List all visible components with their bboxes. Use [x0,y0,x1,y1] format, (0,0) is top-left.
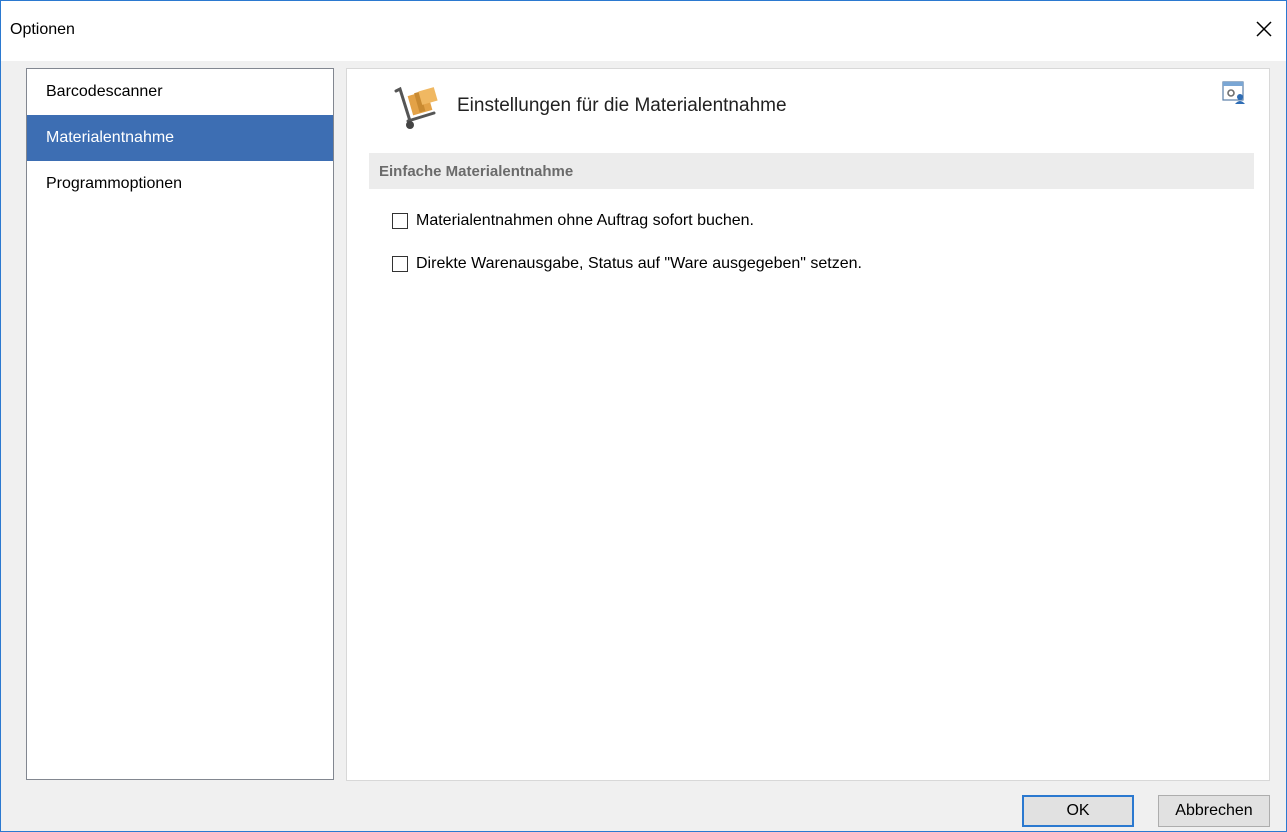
checkbox-label: Materialentnahmen ohne Auftrag sofort bu… [416,212,754,229]
options-category-list: Barcodescanner Materialentnahme Programm… [26,68,334,780]
checkbox-label: Direkte Warenausgabe, Status auf "Ware a… [416,255,862,272]
settings-panel: Einstellungen für die Materialentnahme E… [346,68,1270,781]
sidebar-item-label: Materialentnahme [46,129,175,146]
section-header: Einfache Materialentnahme [369,153,1254,189]
window-title: Optionen [10,21,75,38]
close-icon [1256,21,1272,37]
title-bar: Optionen [1,1,1286,61]
sidebar-item-label: Programmoptionen [46,175,183,192]
checkbox[interactable] [392,256,408,272]
hand-truck-box-icon [394,86,438,129]
section-title: Einfache Materialentnahme [379,163,574,180]
page-title: Einstellungen für die Materialentnahme [457,95,787,116]
close-button[interactable] [1252,17,1276,41]
checkbox[interactable] [392,213,408,229]
window-settings-icon[interactable] [1221,79,1247,105]
sidebar-item-programmoptionen[interactable]: Programmoptionen [27,161,333,207]
sidebar-item-materialentnahme[interactable]: Materialentnahme [27,115,333,161]
sidebar-item-label: Barcodescanner [46,83,163,100]
ok-button[interactable]: OK [1022,795,1134,827]
cancel-button[interactable]: Abbrechen [1158,795,1270,827]
options-dialog: Optionen Barcodescanner Materialentnahme… [0,0,1287,832]
sidebar-item-barcodescanner[interactable]: Barcodescanner [27,69,333,115]
